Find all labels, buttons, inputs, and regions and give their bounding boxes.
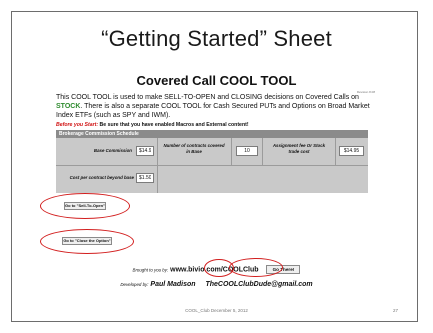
schedule-header: Brokerage Commission Schedule [56, 130, 368, 138]
schedule-col-divider [262, 138, 263, 165]
intro-text-part2: . There is also a separate COOL TOOL for… [56, 103, 370, 120]
assignment-fee-label: Assignment fee Or Stock trade cost [272, 143, 326, 154]
developed-by-line: Developed by: Paul Madison TheCOOLClubDu… [0, 281, 433, 288]
per-contract-label: Cost per contract beyond base [69, 175, 134, 180]
slide-title: “Getting Started” Sheet [101, 26, 332, 51]
brought-label: Brought to you by: [132, 267, 169, 273]
highlight-oval-sell-to-open [40, 193, 130, 219]
intro-text-part1: This COOL TOOL is used to make SELL-TO-O… [56, 94, 359, 101]
intro-stock-word: STOCK [56, 103, 81, 111]
highlight-oval-close-option [40, 229, 134, 254]
developer-email[interactable]: TheCOOLClubDude@gmail.com [205, 281, 312, 288]
schedule-row-divider [56, 165, 368, 166]
highlight-oval-go-there [229, 258, 283, 277]
contracts-field[interactable] [236, 146, 258, 156]
contracts-label: Number of contracts covered in Base [163, 143, 225, 154]
slide-page-number: 27 [393, 308, 399, 313]
per-contract-field[interactable] [136, 173, 154, 183]
schedule-col-divider [335, 138, 336, 165]
intro-paragraph: This COOL TOOL is used to make SELL-TO-O… [56, 93, 376, 121]
assignment-fee-field[interactable] [339, 146, 364, 156]
schedule-col-divider [231, 138, 232, 165]
developer-name: Paul Madison [150, 281, 196, 288]
warning-lead: Before you Start: [56, 122, 99, 128]
slide-footer: COOL_Club December 5, 2012 [185, 308, 248, 313]
warning-text: Be sure that you have enabled Macros and… [98, 122, 249, 128]
developed-label: Developed by: [120, 282, 149, 287]
schedule-body: Base Commission Number of contracts cove… [56, 138, 368, 193]
document-title: Covered Call COOL TOOL [136, 73, 297, 88]
macro-warning: Before you Start: Be sure that you have … [56, 122, 376, 128]
base-commission-field[interactable] [136, 146, 154, 156]
schedule-col-divider [157, 138, 158, 193]
base-commission-label: Base Commission [93, 148, 132, 153]
